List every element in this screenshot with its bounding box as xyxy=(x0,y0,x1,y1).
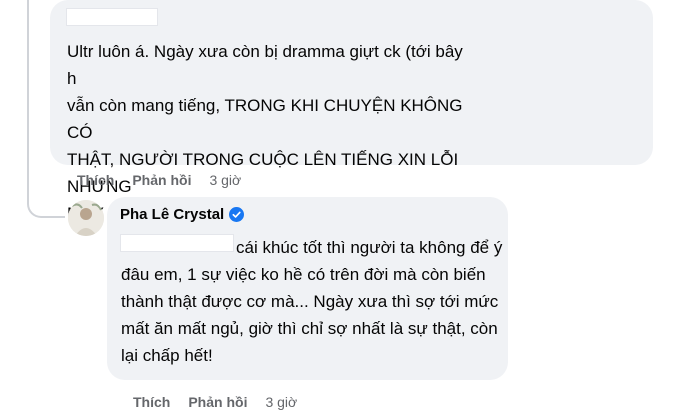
author-name[interactable]: Pha Lê Crystal xyxy=(120,206,224,223)
verified-badge-icon xyxy=(229,207,245,222)
reply-timestamp[interactable]: 3 giờ xyxy=(265,394,297,410)
comment-thread: Ultr luôn á. Ngày xưa còn bị dramma giựt… xyxy=(0,0,700,420)
reply-actions: Thích Phản hồi 3 giờ xyxy=(133,393,297,411)
reply-text: cái khúc tốt thì người ta không để ý đâu… xyxy=(121,238,503,365)
thread-line xyxy=(27,0,29,190)
like-button[interactable]: Thích xyxy=(77,172,114,188)
avatar[interactable] xyxy=(68,200,104,236)
reply-connector xyxy=(27,176,65,218)
comment-actions: Thích Phản hồi 3 giờ xyxy=(77,171,241,189)
reply-author[interactable]: Pha Lê Crystal xyxy=(120,206,245,223)
reply-button[interactable]: Phản hồi xyxy=(132,172,191,188)
like-button[interactable]: Thích xyxy=(133,394,170,410)
comment-timestamp[interactable]: 3 giờ xyxy=(209,172,241,188)
avatar-image xyxy=(68,200,104,236)
reply-button[interactable]: Phản hồi xyxy=(188,394,247,410)
redacted-author-name xyxy=(66,8,158,26)
